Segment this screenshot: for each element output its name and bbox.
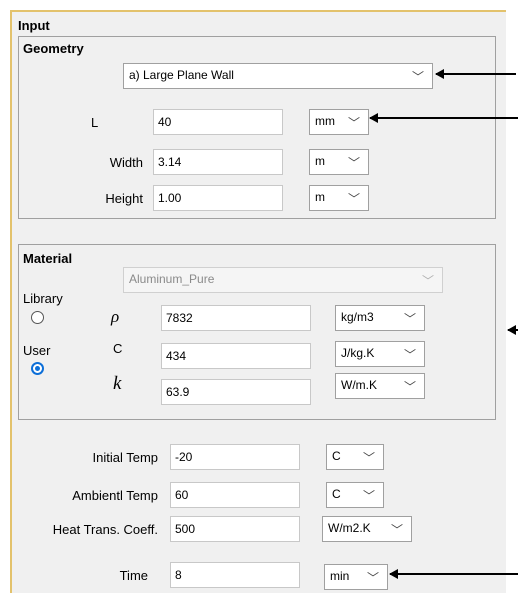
l-label: L	[91, 115, 99, 130]
geometry-title: Geometry	[23, 41, 84, 56]
initial-temp-input[interactable]: -20	[170, 444, 300, 470]
rho-unit-value: kg/m3	[341, 310, 374, 324]
material-select-value: Aluminum_Pure	[129, 272, 215, 286]
shape-select[interactable]: a) Large Plane Wall ﹀	[123, 63, 433, 89]
k-unit-select[interactable]: W/m.K ﹀	[335, 373, 425, 399]
l-input[interactable]: 40	[153, 109, 283, 135]
initial-temp-unit-value: C	[332, 449, 341, 463]
chevron-down-icon: ﹀	[347, 116, 360, 130]
chevron-down-icon: ﹀	[362, 451, 375, 465]
initial-temp-label: Initial Temp	[92, 450, 158, 465]
shape-select-value: a) Large Plane Wall	[129, 68, 234, 82]
chevron-down-icon: ﹀	[403, 348, 416, 362]
heat-trans-coeff-unit-select[interactable]: W/m2.K ﹀	[322, 516, 412, 542]
width-unit-value: m	[315, 154, 325, 168]
material-title: Material	[23, 251, 73, 266]
user-label: User	[23, 343, 51, 358]
c-unit-select[interactable]: J/kg.K ﹀	[335, 341, 425, 367]
c-unit-value: J/kg.K	[341, 346, 375, 360]
k-symbol: k	[113, 373, 122, 394]
c-input[interactable]: 434	[161, 343, 311, 369]
library-radio[interactable]	[31, 311, 44, 324]
height-input[interactable]: 1.00	[153, 185, 283, 211]
chevron-down-icon: ﹀	[403, 312, 416, 326]
input-panel: Input Geometry a) Large Plane Wall ﹀ L 4…	[10, 10, 506, 593]
library-label: Library	[23, 291, 63, 306]
chevron-down-icon: ﹀	[411, 70, 424, 84]
width-unit-select[interactable]: m ﹀	[309, 149, 369, 175]
width-input[interactable]: 3.14	[153, 149, 283, 175]
input-title: Input	[18, 18, 50, 33]
initial-temp-unit-select[interactable]: C ﹀	[326, 444, 384, 470]
arrow-left-icon	[389, 569, 518, 579]
ambient-temp-unit-value: C	[332, 487, 341, 501]
rho-input[interactable]: 7832	[161, 305, 311, 331]
arrow-left-icon	[369, 113, 518, 123]
height-unit-select[interactable]: m ﹀	[309, 185, 369, 211]
time-input[interactable]: 8	[170, 562, 300, 588]
time-label: Time	[119, 568, 148, 583]
chevron-down-icon: ﹀	[421, 274, 434, 288]
ambient-temp-input[interactable]: 60	[170, 482, 300, 508]
ambient-temp-label: Ambientl Temp	[72, 488, 158, 503]
rho-symbol: ρ	[111, 307, 120, 326]
rho-unit-select[interactable]: kg/m3 ﹀	[335, 305, 425, 331]
arrow-left-icon	[507, 325, 518, 335]
time-unit-select[interactable]: min ﹀	[324, 564, 388, 590]
chevron-down-icon: ﹀	[403, 380, 416, 394]
height-label: Height	[105, 191, 143, 206]
heat-trans-coeff-unit-value: W/m2.K	[328, 521, 371, 535]
chevron-down-icon: ﹀	[347, 156, 360, 170]
time-unit-value: min	[330, 569, 350, 583]
geometry-group: Geometry a) Large Plane Wall ﹀ L 40 mm ﹀…	[18, 36, 496, 219]
chevron-down-icon: ﹀	[362, 489, 375, 503]
k-input[interactable]: 63.9	[161, 379, 311, 405]
chevron-down-icon: ﹀	[390, 523, 403, 537]
l-unit-select[interactable]: mm ﹀	[309, 109, 369, 135]
chevron-down-icon: ﹀	[347, 192, 360, 206]
k-unit-value: W/m.K	[341, 378, 377, 392]
height-unit-value: m	[315, 190, 325, 204]
ambient-temp-unit-select[interactable]: C ﹀	[326, 482, 384, 508]
chevron-down-icon: ﹀	[366, 571, 379, 585]
c-symbol: C	[113, 341, 123, 356]
arrow-left-icon	[435, 69, 516, 79]
heat-trans-coeff-input[interactable]: 500	[170, 516, 300, 542]
material-select[interactable]: Aluminum_Pure ﹀	[123, 267, 443, 293]
user-radio[interactable]	[31, 362, 44, 375]
l-unit-value: mm	[315, 114, 335, 128]
heat-trans-coeff-label: Heat Trans. Coeff.	[52, 522, 158, 537]
width-label: Width	[109, 155, 143, 170]
material-group: Material Aluminum_Pure ﹀ Library User ρ …	[18, 244, 496, 420]
